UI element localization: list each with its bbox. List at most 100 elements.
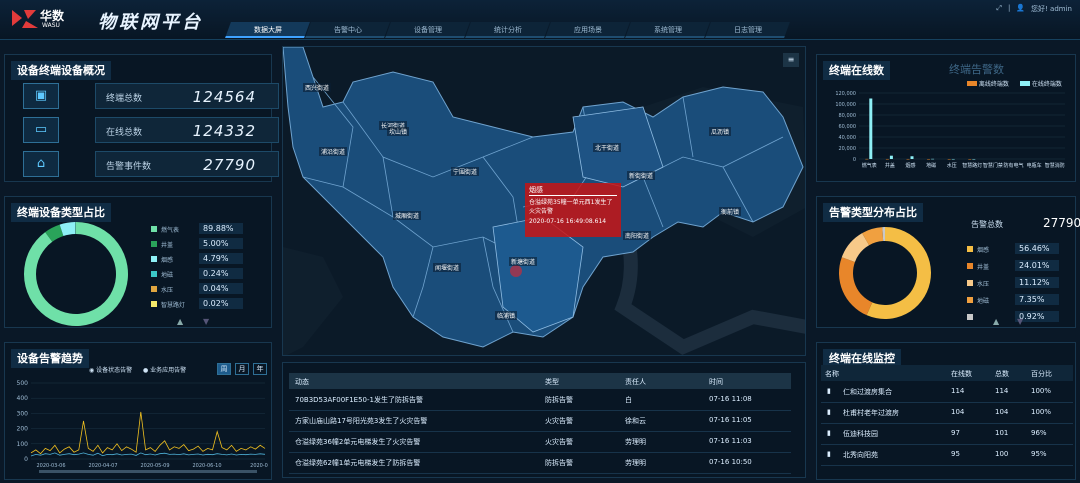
nav-tab[interactable]: 设备管理 (385, 22, 470, 38)
table-row[interactable]: ▮ 仁和过渡房集合 114 114 100% (821, 383, 1073, 403)
bar[interactable] (865, 158, 869, 160)
nav-tab-label: 告警中心 (333, 26, 362, 34)
legend-business: ● 业务应用告警 (143, 367, 187, 374)
table-cell: 劳理明 (625, 438, 646, 446)
y-tick: 300 (17, 410, 29, 417)
nav-tab-label: 应用场景 (573, 26, 602, 34)
nav-tab-label: 设备管理 (413, 26, 442, 34)
table-row[interactable]: ▮ 北秀向阳苑 95 100 95% (821, 446, 1073, 466)
user-name[interactable]: 您好! admin (1031, 4, 1072, 14)
stat-online: ▭ 在线总数 124332 (23, 117, 279, 143)
legend-swatch (151, 241, 157, 247)
pie-slice[interactable] (839, 257, 873, 316)
tab-month[interactable]: 月 (235, 363, 249, 375)
bar[interactable] (885, 158, 889, 160)
legend-swatch (967, 297, 973, 303)
tab-week[interactable]: 周 (217, 363, 231, 375)
bar[interactable] (869, 98, 873, 160)
y-tick: 20,000 (839, 146, 857, 152)
scroll-up-icon[interactable]: ▲ (993, 317, 999, 326)
nav-tab[interactable]: 告警中心 (305, 22, 390, 38)
y-tick: 500 (17, 380, 29, 387)
zoom-slider[interactable] (39, 470, 257, 473)
nav-tab[interactable]: 系统管理 (625, 22, 710, 38)
nav-tab[interactable]: 数据大屏 (225, 22, 310, 38)
map-label: 北干街道 (593, 143, 622, 152)
y-tick: 60,000 (839, 124, 857, 130)
bar[interactable] (906, 158, 910, 160)
legend-item[interactable]: 烟感 56.46% (967, 243, 1059, 255)
table-cell: 火灾告警 (545, 438, 573, 446)
user-icon[interactable]: 👤 (1016, 4, 1025, 14)
panel-title: 设备终端设备概况 (11, 61, 111, 80)
x-tick: 烟感 (905, 162, 915, 169)
legend-label: 设备状态告警 (96, 367, 133, 374)
legend-label: 地磁 (161, 271, 174, 279)
bar[interactable] (889, 155, 893, 159)
total-label: 告警总数 (971, 220, 1003, 229)
scroll-down-icon[interactable]: ▼ (1017, 317, 1023, 326)
nav-tab-label: 系统管理 (653, 26, 682, 34)
table-cell: 104 (995, 408, 1009, 416)
expand-icon[interactable]: ⤢ (996, 4, 1002, 14)
map-label: 衙前镇 (719, 207, 742, 216)
table-row[interactable]: ▮ 杜甫村老年过渡房 104 104 100% (821, 404, 1073, 424)
table-row[interactable]: 仓溢绿苑62幢1单元电梯发生了防拆告警 防拆告警 劳理明 07-16 10:50 (289, 454, 791, 474)
legend-item[interactable]: 井盖 5.00% (151, 238, 243, 250)
bar[interactable] (968, 158, 972, 160)
legend-swatch (967, 246, 973, 252)
user-area: ⤢ | 👤 您好! admin (996, 4, 1072, 14)
panel-title: 终端在线数 (823, 61, 890, 80)
tab-year[interactable]: 年 (253, 363, 267, 375)
type-ratio-panel: 终端设备类型占比 燃气表 89.88% 井盖 5.00% 烟感 4.79% 地磁 0.24% 水… (4, 196, 272, 328)
nav-tab[interactable]: 应用场景 (545, 22, 630, 38)
panel-title: 设备告警趋势 (11, 349, 89, 368)
bar[interactable] (972, 158, 976, 160)
legend-item[interactable]: 井盖 24.01% (967, 260, 1059, 272)
bar[interactable] (927, 158, 931, 160)
total-value: 27790 (1043, 216, 1080, 230)
pie-slice[interactable] (23, 222, 128, 326)
nav-tab[interactable]: 日志管理 (705, 22, 790, 38)
logo-mark-icon (12, 10, 38, 28)
bar[interactable] (951, 158, 955, 160)
stat-alarm: ⌂ 告警事件数 27790 (23, 151, 279, 177)
header-cell: 在线数 (951, 370, 972, 378)
scroll-up-icon[interactable]: ▲ (177, 317, 183, 326)
x-tick: 井盖 (885, 162, 895, 169)
y-tick: 400 (17, 395, 29, 402)
bar[interactable] (931, 158, 935, 160)
nav-tab[interactable]: 统计分析 (465, 22, 550, 38)
legend-item[interactable]: 地磁 0.24% (151, 268, 243, 280)
table-cell: 95 (951, 450, 960, 458)
table-row[interactable]: 方家山庙山路17号阳光苑3发生了火灾告警 火灾告警 徐和云 07-16 11:05 (289, 412, 791, 432)
legend-item[interactable]: 烟感 4.79% (151, 253, 243, 265)
table-cell: 伍迪科技园 (843, 430, 878, 438)
legend-item[interactable]: 0.92% (967, 311, 1059, 323)
header-cell: 类型 (545, 378, 559, 386)
scroll-down-icon[interactable]: ▼ (203, 317, 209, 326)
legend-value: 89.88% (199, 223, 243, 234)
legend-item[interactable]: 燃气表 89.88% (151, 223, 243, 235)
bar[interactable] (910, 156, 914, 159)
y-tick: 0 (24, 456, 28, 463)
legend-item[interactable]: 智慧路灯 0.02% (151, 298, 243, 310)
tooltip-time: 2020-07-16 16:49:08.614 (529, 218, 607, 225)
menu-icon[interactable]: ≡ (783, 53, 799, 67)
bar[interactable] (947, 158, 951, 160)
x-tick: 防有电气 (1003, 162, 1023, 169)
table-row[interactable]: ▮ 伍迪科技园 97 101 96% (821, 425, 1073, 445)
legend-item[interactable]: 水压 0.04% (151, 283, 243, 295)
table-cell: 仁和过渡房集合 (843, 388, 892, 396)
table-cell: 07-16 10:50 (709, 458, 752, 466)
x-tick: 电瓶车 (1027, 162, 1042, 169)
table-row[interactable]: 70B3D53AF00F1E50-1发生了防拆告警 防拆告警 白 07-16 11:0… (289, 391, 791, 411)
map-label: 宁围街道 (451, 167, 480, 176)
map-label: 瓜沥镇 (709, 127, 732, 136)
legend-item[interactable]: 水压 11.12% (967, 277, 1059, 289)
legend-item[interactable]: 地磁 7.35% (967, 294, 1059, 306)
table-row[interactable]: 仓溢绿苑36幢2单元电梯发生了火灾告警 火灾告警 劳理明 07-16 11:03 (289, 433, 791, 453)
x-tick: 智慧门禁 (983, 162, 1003, 169)
table-cell: 劳理明 (625, 459, 646, 467)
legend-swatch (151, 286, 157, 292)
